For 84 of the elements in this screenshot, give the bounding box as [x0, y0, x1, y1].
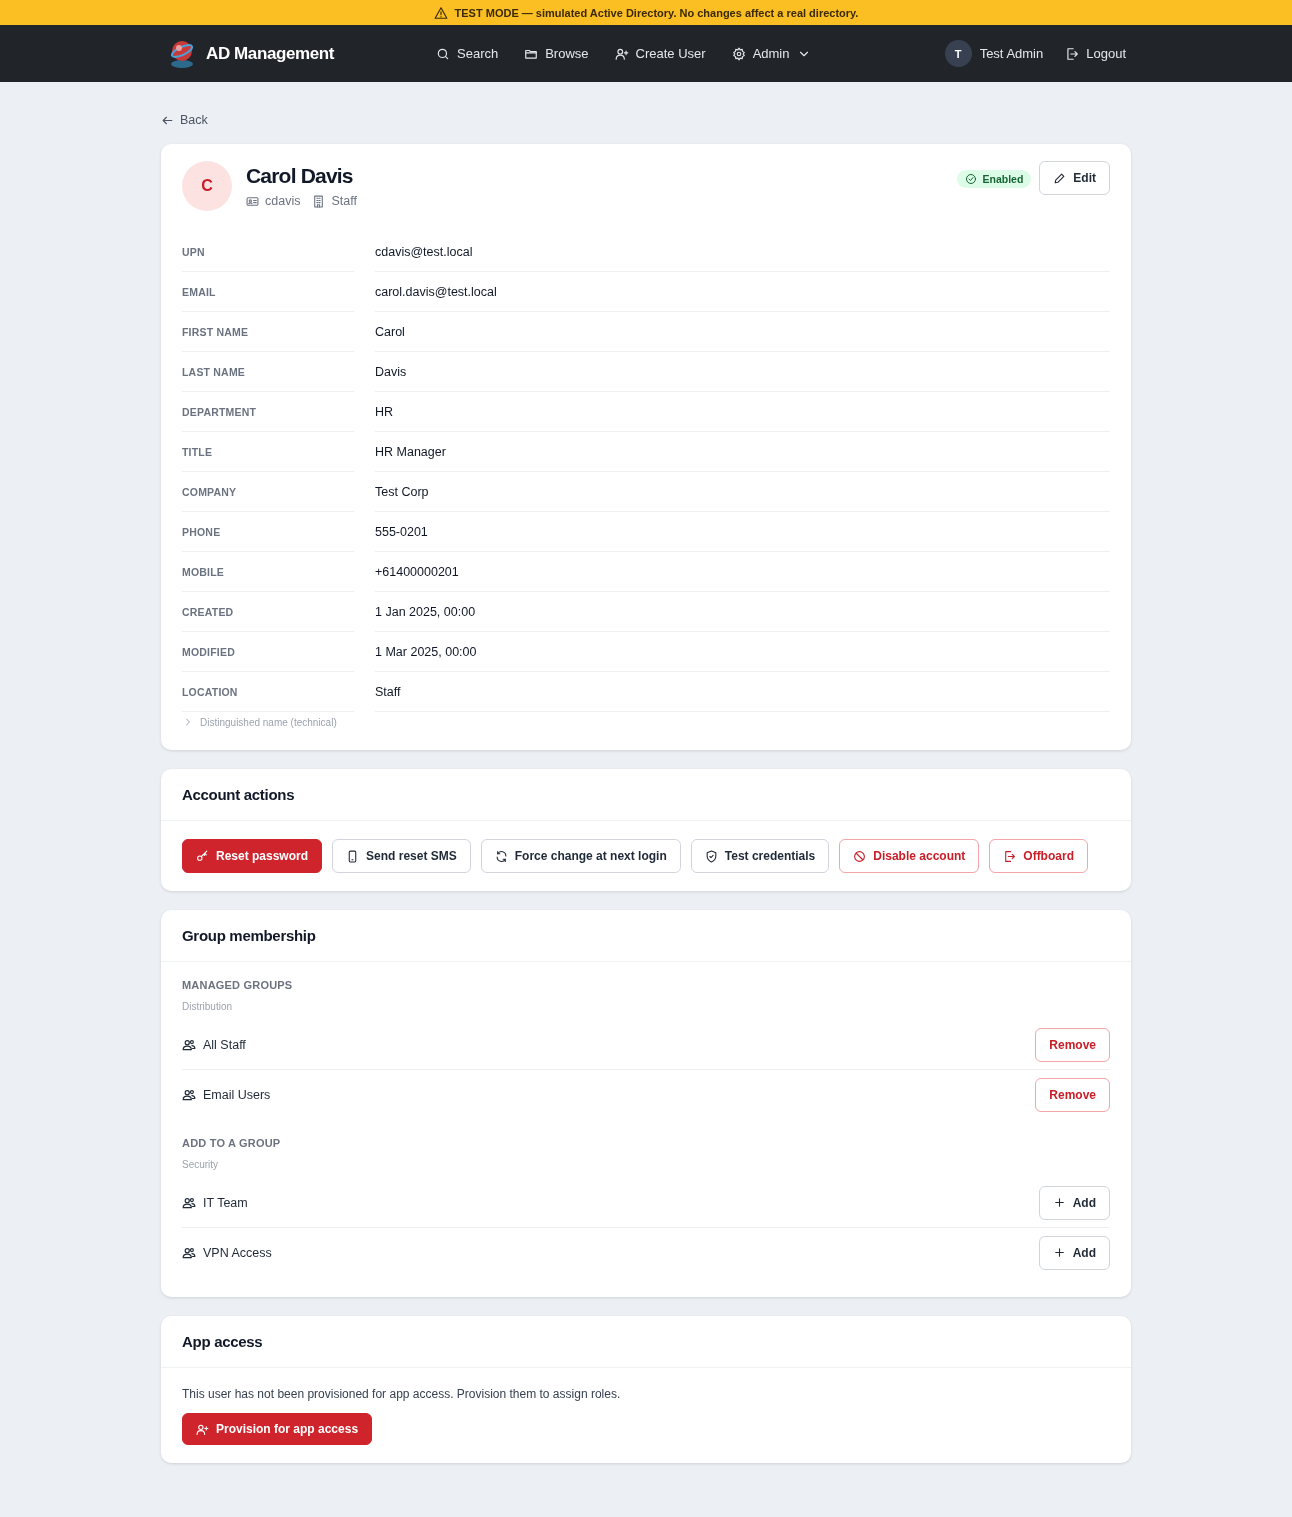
- back-link[interactable]: Back: [161, 111, 208, 129]
- field-label: FIRST NAME: [182, 312, 354, 352]
- section-heading: ADD TO A GROUP: [182, 1137, 282, 1149]
- refresh-icon: [494, 849, 508, 863]
- field-value: 1 Jan 2025, 00:00: [375, 592, 1110, 632]
- group-icon: [182, 1195, 196, 1210]
- field-label: UPN: [182, 232, 354, 272]
- warning-icon: [433, 5, 448, 20]
- field-label: TITLE: [182, 432, 354, 472]
- add-user-icon: [614, 46, 629, 61]
- section-title: Group membership: [161, 910, 1131, 962]
- remove-button[interactable]: Remove: [1035, 1027, 1110, 1062]
- pencil-icon: [1053, 171, 1067, 185]
- nav-link[interactable]: Browse: [524, 46, 589, 61]
- id-card-icon: [246, 194, 259, 208]
- edit-button[interactable]: Edit: [1039, 161, 1110, 195]
- group-name: VPN Access: [203, 1245, 272, 1260]
- add-user-icon: [196, 1422, 209, 1436]
- field-label: LAST NAME: [182, 352, 354, 392]
- action-button[interactable]: Offboard: [989, 839, 1088, 873]
- field-value: cdavis@test.local: [375, 232, 1110, 272]
- username: cdavis: [265, 194, 301, 208]
- section-title: App access: [161, 1316, 1131, 1368]
- blocked-icon: [853, 849, 867, 863]
- key-icon: [196, 849, 209, 863]
- plus-icon: [1052, 1246, 1066, 1259]
- group-name: All Staff: [203, 1037, 246, 1052]
- logout-icon: [1065, 46, 1080, 61]
- shield-icon: [704, 849, 718, 863]
- provision-button[interactable]: Provision for app access: [182, 1413, 373, 1445]
- field-value: Staff: [375, 672, 1110, 712]
- section-title: Account actions: [161, 769, 1131, 821]
- group-icon: [182, 1037, 196, 1052]
- test-mode-banner-text: TEST MODE — simulated Active Directory. No changes affect a real directory.: [454, 6, 859, 19]
- field-value: Davis: [375, 352, 1110, 392]
- field-value: 555-0201: [375, 512, 1110, 552]
- add-button[interactable]: Add: [1038, 1235, 1110, 1270]
- remove-button[interactable]: Remove: [1035, 1077, 1110, 1112]
- field-label: MODIFIED: [182, 632, 354, 672]
- field-label: PHONE: [182, 512, 354, 552]
- action-button[interactable]: Reset password: [182, 839, 323, 873]
- field-value: carol.davis@test.local: [375, 272, 1110, 312]
- field-label: CREATED: [182, 592, 354, 632]
- exit-icon: [1003, 849, 1017, 863]
- user-full-name: Carol Davis: [246, 164, 354, 188]
- nav-link[interactable]: Admin: [731, 46, 811, 61]
- group-icon: [182, 1087, 196, 1102]
- field-value: +61400000201: [375, 552, 1110, 592]
- app-title: AD Management: [206, 43, 334, 64]
- action-button[interactable]: Send reset SMS: [332, 839, 471, 873]
- group-category: Distribution: [182, 1001, 234, 1012]
- field-label: EMAIL: [182, 272, 354, 312]
- nav-link[interactable]: Create User: [614, 46, 706, 61]
- nav-link[interactable]: Search: [436, 46, 499, 61]
- field-value: Carol: [375, 312, 1110, 352]
- status-badge: Enabled: [957, 170, 1032, 188]
- action-button[interactable]: Disable account: [839, 839, 980, 873]
- field-value: 1 Mar 2025, 00:00: [375, 632, 1110, 672]
- building-icon: [312, 194, 326, 208]
- info-message: This user has not been provisioned for app access. Provision them to assign roles.: [182, 1387, 622, 1401]
- group-name: IT Team: [203, 1195, 248, 1210]
- field-value: Test Corp: [375, 472, 1110, 512]
- search-icon: [436, 46, 450, 61]
- logout-link[interactable]: Logout: [1065, 46, 1126, 61]
- field-label: DEPARTMENT: [182, 392, 354, 432]
- user-avatar[interactable]: T: [944, 40, 972, 67]
- field-value: HR: [375, 392, 1110, 432]
- field-label: LOCATION: [182, 672, 354, 712]
- user-avatar: C: [182, 161, 232, 211]
- group-icon: [182, 1245, 196, 1260]
- field-label: COMPANY: [182, 472, 354, 512]
- settings-icon: [731, 46, 746, 61]
- action-button[interactable]: Test credentials: [690, 839, 830, 873]
- field-value: HR Manager: [375, 432, 1110, 472]
- action-button[interactable]: Force change at next login: [480, 839, 681, 873]
- add-button[interactable]: Add: [1038, 1185, 1110, 1220]
- group-name: Email Users: [203, 1087, 271, 1102]
- check-circle-icon: [965, 173, 978, 185]
- section-heading: MANAGED GROUPS: [182, 979, 294, 991]
- group-category: Security: [182, 1159, 220, 1170]
- organizational-unit: Staff: [331, 194, 357, 208]
- plus-icon: [1052, 1196, 1066, 1209]
- user-name: Test Admin: [979, 46, 1044, 61]
- field-label: MOBILE: [182, 552, 354, 592]
